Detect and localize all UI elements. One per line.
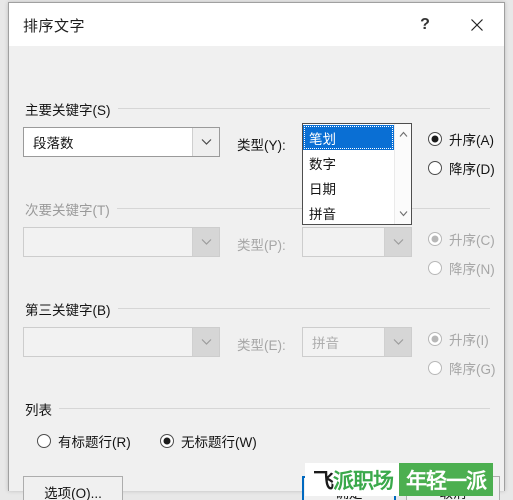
- list-no-header-radio[interactable]: 无标题行(W): [160, 431, 257, 451]
- dropdown-item-3[interactable]: 拼音: [303, 200, 394, 225]
- dropdown-scrollbar[interactable]: [394, 124, 411, 224]
- watermark-left: 飞派职场: [305, 463, 399, 496]
- radio-dot-icon: [160, 434, 174, 448]
- sort-text-dialog: 排序文字 ? 主要关键字(S) 段落数 类型(Y): 升序(A) 降序(D) 次…: [8, 2, 505, 500]
- watermark: 飞派职场 年轻一派: [305, 463, 493, 496]
- secondary-order-asc-label: 升序(C): [449, 233, 495, 248]
- watermark-left-rest: 派职场: [333, 468, 394, 493]
- group-secondary-label: 次要关键字(T): [25, 199, 117, 219]
- scroll-up-arrow-icon[interactable]: [395, 126, 412, 143]
- chevron-down-icon: [201, 139, 211, 145]
- third-order-desc-label: 降序(G): [449, 362, 496, 377]
- third-type-combo: 拼音: [302, 327, 412, 357]
- screenshot-root: 排序文字 ? 主要关键字(S) 段落数 类型(Y): 升序(A) 降序(D) 次…: [0, 0, 513, 500]
- primary-order-desc-radio[interactable]: 降序(D): [428, 158, 495, 178]
- dropdown-item-2[interactable]: 日期: [303, 175, 394, 200]
- third-field-value: [24, 328, 192, 356]
- group-list-label: 列表: [25, 399, 59, 419]
- third-order-asc-label: 升序(I): [449, 333, 489, 348]
- group-list: 列表 有标题行(R) 无标题行(W): [9, 399, 504, 459]
- primary-order-desc-label: 降序(D): [449, 162, 495, 177]
- watermark-right: 年轻一派: [399, 463, 493, 496]
- primary-type-label: 类型(Y):: [237, 138, 286, 153]
- list-with-header-label: 有标题行(R): [58, 435, 131, 450]
- list-with-header-radio[interactable]: 有标题行(R): [37, 431, 131, 451]
- type-dropdown-list[interactable]: 笔划 数字 日期 拼音: [302, 123, 412, 225]
- chevron-down-icon: [201, 239, 211, 245]
- radio-dot-icon: [37, 434, 51, 448]
- dialog-title: 排序文字: [23, 18, 86, 35]
- third-field-chevron: [192, 328, 219, 356]
- secondary-field-combo: [23, 227, 220, 257]
- secondary-field-chevron: [192, 228, 219, 256]
- primary-field-combo[interactable]: 段落数: [23, 127, 220, 157]
- radio-dot-icon: [428, 361, 442, 375]
- secondary-order-desc-label: 降序(N): [449, 262, 495, 277]
- third-type-label: 类型(E):: [237, 338, 286, 353]
- secondary-type-label: 类型(P):: [237, 238, 286, 253]
- dialog-titlebar: 排序文字 ?: [9, 3, 504, 47]
- primary-field-value: 段落数: [33, 136, 74, 151]
- options-button[interactable]: 选项(O)...: [23, 476, 123, 500]
- secondary-order-desc-radio: 降序(N): [428, 258, 495, 278]
- chevron-down-icon: [399, 211, 408, 217]
- radio-dot-icon: [428, 232, 442, 246]
- close-button[interactable]: [454, 3, 500, 47]
- group-primary-label: 主要关键字(S): [25, 99, 118, 119]
- group-third-key: 第三关键字(B) 类型(E): 拼音 升序(I) 降序(G): [9, 299, 504, 377]
- third-order-asc-radio: 升序(I): [428, 329, 489, 349]
- third-type-value: 拼音: [312, 336, 339, 351]
- chevron-down-icon: [393, 239, 403, 245]
- scroll-down-arrow-icon[interactable]: [395, 205, 412, 222]
- primary-order-asc-label: 升序(A): [449, 133, 494, 148]
- group-secondary-key: 次要关键字(T) 类型(P): 升序(C) 降序(N): [9, 199, 504, 277]
- chevron-up-icon: [399, 131, 408, 137]
- chevron-down-icon: [393, 339, 403, 345]
- radio-dot-icon: [428, 132, 442, 146]
- radio-dot-icon: [428, 161, 442, 175]
- group-primary-key: 主要关键字(S) 段落数 类型(Y): 拼音: [9, 99, 504, 177]
- secondary-order-asc-radio: 升序(C): [428, 229, 495, 249]
- watermark-left-first: 飞: [313, 468, 334, 493]
- third-type-chevron: [384, 328, 411, 356]
- secondary-type-chevron: [384, 228, 411, 256]
- chevron-down-icon: [201, 339, 211, 345]
- radio-dot-icon: [428, 332, 442, 346]
- dropdown-items: 笔划 数字 日期 拼音: [303, 124, 394, 224]
- primary-order-asc-radio[interactable]: 升序(A): [428, 129, 494, 149]
- third-field-combo: [23, 327, 220, 357]
- group-list-separator: [25, 408, 490, 409]
- secondary-field-value: [24, 228, 192, 256]
- radio-dot-icon: [428, 261, 442, 275]
- primary-field-chevron[interactable]: [192, 128, 219, 156]
- secondary-type-combo: [302, 227, 412, 257]
- secondary-type-value: [303, 228, 384, 256]
- close-icon: [471, 19, 483, 31]
- list-no-header-label: 无标题行(W): [181, 435, 257, 450]
- dialog-body: 主要关键字(S) 段落数 类型(Y): 拼音: [9, 47, 504, 500]
- group-third-label: 第三关键字(B): [25, 299, 118, 319]
- dropdown-item-0[interactable]: 笔划: [303, 125, 394, 150]
- help-button[interactable]: ?: [402, 3, 448, 47]
- third-order-desc-radio: 降序(G): [428, 358, 496, 378]
- dropdown-item-1[interactable]: 数字: [303, 150, 394, 175]
